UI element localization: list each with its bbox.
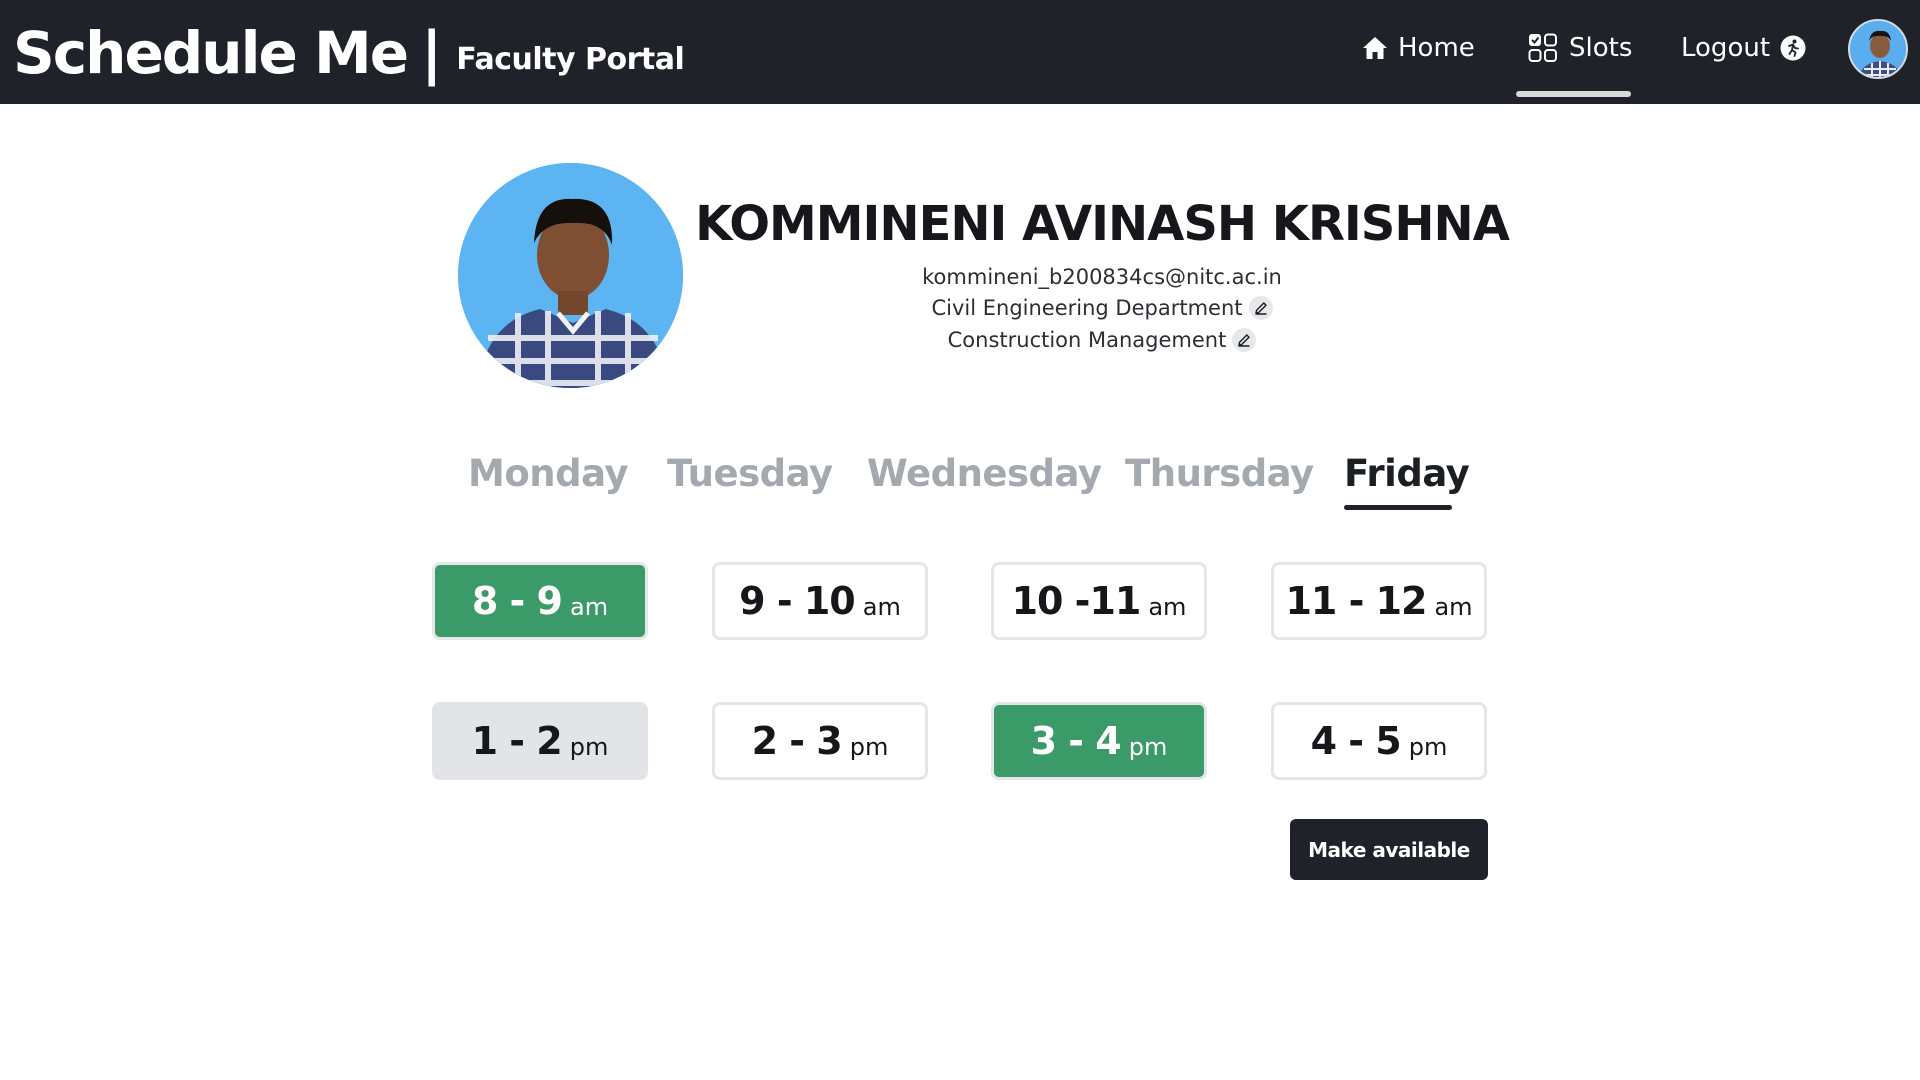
pencil-icon <box>1238 334 1251 347</box>
slot-time: 9 - 10 <box>739 579 856 623</box>
tab-friday[interactable]: Friday <box>1344 452 1470 495</box>
slot-time: 11 - 12 <box>1285 579 1427 623</box>
slot-2-3-pm[interactable]: 2 - 3 pm <box>712 702 928 780</box>
avatar-photo <box>1850 21 1906 77</box>
slot-meridiem: pm <box>849 733 889 761</box>
slot-time: 3 - 4 <box>1030 719 1122 763</box>
slot-time: 4 - 5 <box>1310 719 1402 763</box>
slot-time: 2 - 3 <box>751 719 843 763</box>
user-avatar[interactable] <box>1848 19 1908 79</box>
slot-4-5-pm[interactable]: 4 - 5 pm <box>1271 702 1487 780</box>
faculty-specialization-row: Construction Management <box>740 328 1464 352</box>
pencil-icon <box>1254 302 1267 315</box>
nav-logout-link[interactable]: Logout <box>1681 26 1806 70</box>
slot-time: 8 - 9 <box>471 579 563 623</box>
brand[interactable]: Schedule Me | Faculty Portal <box>13 18 685 88</box>
faculty-department: Civil Engineering Department <box>931 296 1243 320</box>
slot-1-2-pm[interactable]: 1 - 2 pm <box>432 702 648 780</box>
edit-department-button[interactable] <box>1248 296 1273 320</box>
slot-3-4-pm[interactable]: 3 - 4 pm <box>991 702 1207 780</box>
slot-meridiem: am <box>1148 593 1187 621</box>
slot-meridiem: am <box>1434 593 1473 621</box>
home-icon <box>1362 36 1388 60</box>
tab-tuesday[interactable]: Tuesday <box>667 452 833 495</box>
slot-10-11-am[interactable]: 10 -11 am <box>991 562 1207 640</box>
faculty-department-row: Civil Engineering Department <box>740 296 1464 320</box>
faculty-specialization: Construction Management <box>947 328 1227 352</box>
top-navbar: Schedule Me | Faculty Portal Home Slots … <box>0 0 1920 104</box>
faculty-name: KOMMINENI AVINASH KRISHNA <box>695 196 1510 252</box>
nav-slots-link[interactable]: Slots <box>1527 26 1632 70</box>
slot-time: 10 -11 <box>1011 579 1142 623</box>
nav-home-label: Home <box>1398 33 1475 63</box>
slot-9-10-am[interactable]: 9 - 10 am <box>712 562 928 640</box>
faculty-email-row: kommineni_b200834cs@nitc.ac.in <box>740 265 1464 289</box>
nav-slots-label: Slots <box>1569 33 1633 63</box>
slot-meridiem: am <box>570 593 609 621</box>
faculty-email: kommineni_b200834cs@nitc.ac.in <box>922 265 1282 289</box>
active-day-indicator <box>1344 505 1452 510</box>
slot-meridiem: pm <box>569 733 609 761</box>
slot-time: 1 - 2 <box>471 719 563 763</box>
slot-meridiem: pm <box>1128 733 1168 761</box>
nav-home-link[interactable]: Home <box>1362 26 1475 70</box>
nav-logout-label: Logout <box>1681 33 1771 63</box>
brand-subtitle: Faculty Portal <box>456 41 685 77</box>
slot-meridiem: am <box>862 593 901 621</box>
tab-thursday[interactable]: Thursday <box>1125 452 1314 495</box>
make-available-button[interactable]: Make available <box>1290 819 1488 880</box>
active-nav-indicator <box>1516 91 1631 97</box>
brand-title: Schedule Me <box>13 19 409 87</box>
tab-wednesday[interactable]: Wednesday <box>867 452 1102 495</box>
slots-grid-icon <box>1527 32 1559 64</box>
logout-runner-icon <box>1780 35 1806 61</box>
tab-monday[interactable]: Monday <box>468 452 629 495</box>
brand-separator: | <box>421 19 443 87</box>
edit-specialization-button[interactable] <box>1232 328 1257 352</box>
slot-11-12-am[interactable]: 11 - 12 am <box>1271 562 1487 640</box>
slot-meridiem: pm <box>1408 733 1448 761</box>
slot-8-9-am[interactable]: 8 - 9 am <box>432 562 648 640</box>
